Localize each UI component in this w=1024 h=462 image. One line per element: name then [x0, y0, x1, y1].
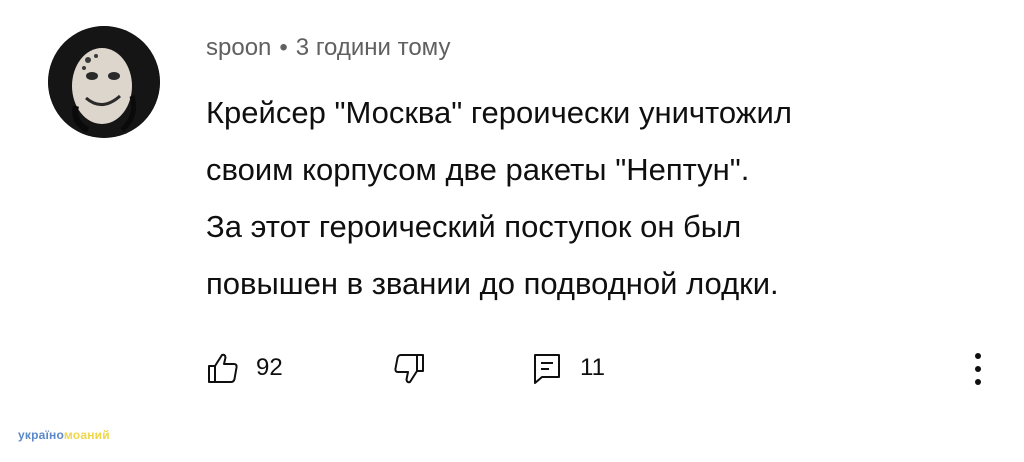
watermark: україномоаний	[18, 428, 110, 442]
timestamp[interactable]: 3 години тому	[296, 34, 451, 61]
comment-line: Крейсер "Москва" героически уничтожил	[206, 95, 792, 130]
meta-separator: •	[279, 34, 288, 61]
reply-button[interactable]: 11	[530, 348, 605, 388]
reply-comment-icon	[534, 354, 560, 384]
comment-actions: 92 11	[206, 348, 996, 388]
thumbs-down-icon	[394, 354, 424, 384]
thumbs-up-icon	[208, 353, 238, 383]
more-options-button[interactable]	[966, 350, 990, 388]
reply-count: 11	[580, 354, 605, 381]
like-button[interactable]: 92	[206, 348, 283, 388]
vertical-dots-icon	[975, 353, 981, 385]
like-count: 92	[256, 354, 283, 381]
comment-line: За этот героический поступок он был	[206, 209, 742, 244]
comment-line: повышен в звании до подводной лодки.	[206, 266, 779, 301]
comment-card: spoon • 3 години тому Крейсер "Москва" гер…	[0, 0, 1024, 462]
comment-text: Крейсер "Москва" героически уничтожил св…	[206, 84, 996, 312]
avatar[interactable]	[48, 26, 160, 138]
comment-line: своим корпусом две ракеты "Нептун".	[206, 152, 750, 187]
comment-meta: spoon • 3 години тому	[206, 34, 450, 62]
dislike-button[interactable]	[392, 348, 426, 388]
watermark-part-yellow: моаний	[63, 428, 110, 442]
author-name[interactable]: spoon	[206, 34, 271, 61]
watermark-part-blue: україно	[18, 428, 64, 442]
mask-face-icon	[48, 26, 160, 138]
